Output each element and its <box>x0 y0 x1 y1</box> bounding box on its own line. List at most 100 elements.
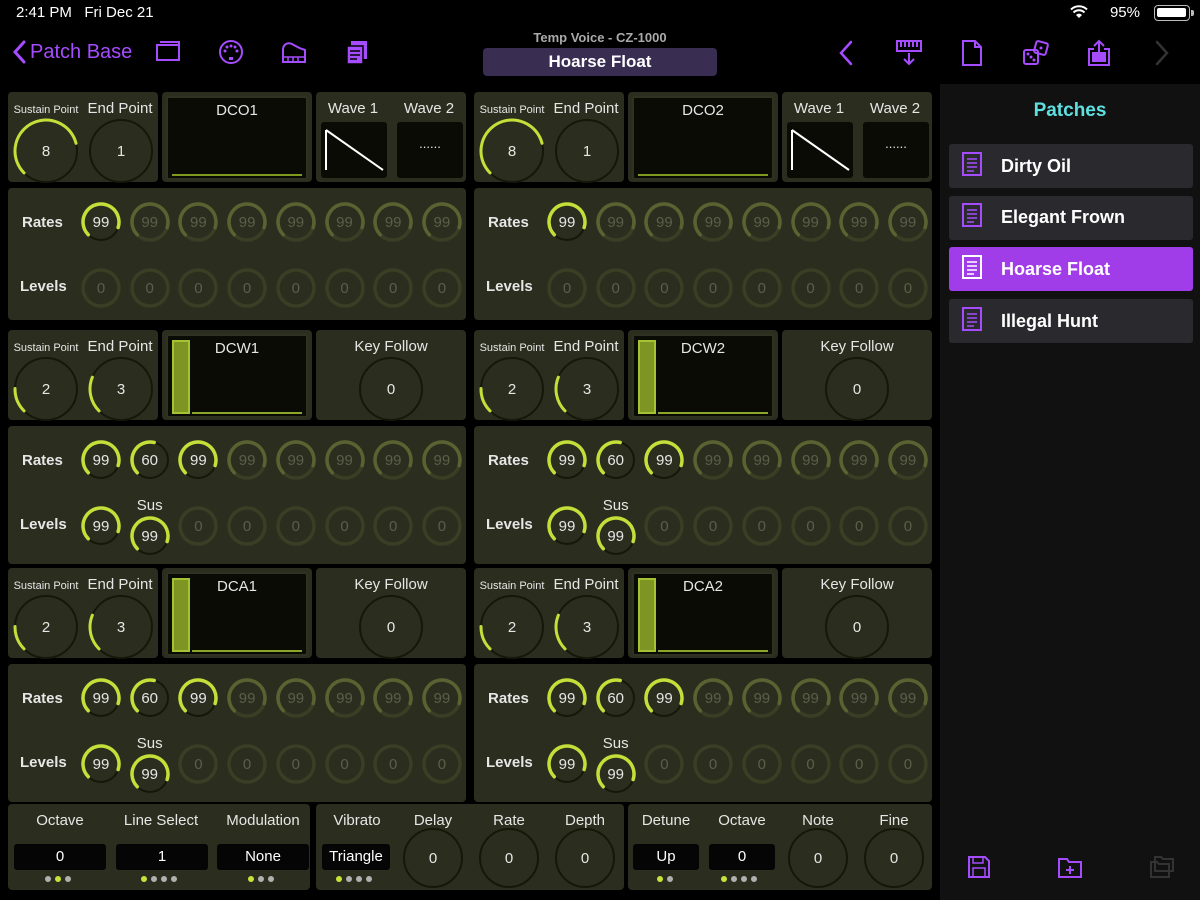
midi-port-icon[interactable] <box>217 38 245 71</box>
rate-knob-1[interactable]: 99 <box>546 201 588 243</box>
level-knob-6[interactable]: 0 <box>324 743 366 785</box>
rate-knob-8[interactable]: 99 <box>421 677 463 719</box>
rate-knob-8[interactable]: 99 <box>887 201 929 243</box>
rate-knob-1[interactable]: 99 <box>80 201 122 243</box>
share-icon[interactable] <box>1085 38 1113 73</box>
level-knob-5[interactable]: 0 <box>275 505 317 547</box>
rate-knob-6[interactable]: 99 <box>790 439 832 481</box>
sustain-point-knob[interactable]: 8 <box>12 117 80 185</box>
level-knob-7[interactable]: 0 <box>372 743 414 785</box>
rate-knob-2[interactable]: 60 <box>129 439 171 481</box>
level-knob-5[interactable]: 0 <box>741 505 783 547</box>
level-knob-6[interactable]: 0 <box>324 267 366 309</box>
level-knob-1[interactable]: 99 <box>80 743 122 785</box>
rate-knob-7[interactable]: 99 <box>372 677 414 719</box>
level-knob-6[interactable]: 0 <box>790 267 832 309</box>
patch-item[interactable]: Hoarse Float <box>949 247 1193 292</box>
back-button[interactable]: Patch Base <box>12 40 132 64</box>
level-knob-2[interactable]: 99 <box>129 753 171 795</box>
vibrato-select[interactable]: Triangle <box>322 844 390 870</box>
end-point-knob[interactable]: 3 <box>553 355 621 423</box>
rate-knob-1[interactable]: 99 <box>546 439 588 481</box>
rate-knob-2[interactable]: 99 <box>129 201 171 243</box>
level-knob-6[interactable]: 0 <box>324 505 366 547</box>
key-follow-knob[interactable]: 0 <box>823 593 891 661</box>
rate-knob-2[interactable]: 99 <box>595 201 637 243</box>
chevron-left-icon[interactable] <box>836 40 856 71</box>
level-knob-7[interactable]: 0 <box>372 267 414 309</box>
rate-knob-6[interactable]: 99 <box>324 677 366 719</box>
level-knob-4[interactable]: 0 <box>226 267 268 309</box>
rate-knob-3[interactable]: 99 <box>177 677 219 719</box>
rate-knob-4[interactable]: 99 <box>226 439 268 481</box>
level-knob-5[interactable]: 0 <box>275 743 317 785</box>
rate-knob-5[interactable]: 99 <box>275 677 317 719</box>
level-knob-8[interactable]: 0 <box>421 743 463 785</box>
note-knob[interactable]: 0 <box>786 826 850 890</box>
level-knob-2[interactable]: 99 <box>595 753 637 795</box>
new-folder-icon[interactable] <box>1056 854 1084 885</box>
save-icon[interactable] <box>966 854 992 885</box>
wave1-selector[interactable] <box>321 122 387 178</box>
end-point-knob[interactable]: 1 <box>87 117 155 185</box>
rate-knob-8[interactable]: 99 <box>421 439 463 481</box>
level-knob-4[interactable]: 0 <box>226 505 268 547</box>
delay-knob[interactable]: 0 <box>401 826 465 890</box>
rate-knob-5[interactable]: 99 <box>741 201 783 243</box>
rate-knob-3[interactable]: 99 <box>177 439 219 481</box>
level-knob-5[interactable]: 0 <box>741 743 783 785</box>
rate-knob-6[interactable]: 99 <box>324 201 366 243</box>
level-knob-8[interactable]: 0 <box>421 505 463 547</box>
level-knob-1[interactable]: 0 <box>546 267 588 309</box>
rate-knob-4[interactable]: 99 <box>692 439 734 481</box>
level-knob-4[interactable]: 0 <box>692 267 734 309</box>
level-knob-8[interactable]: 0 <box>887 267 929 309</box>
rate-knob-5[interactable]: 99 <box>741 677 783 719</box>
rate-knob-3[interactable]: 99 <box>177 201 219 243</box>
dice-icon[interactable] <box>1021 38 1051 73</box>
level-knob-7[interactable]: 0 <box>838 267 880 309</box>
rate-knob-2[interactable]: 60 <box>595 439 637 481</box>
rate-knob-1[interactable]: 99 <box>546 677 588 719</box>
level-knob-8[interactable]: 0 <box>421 267 463 309</box>
wave2-selector[interactable]: ...... <box>397 122 463 178</box>
key-follow-knob[interactable]: 0 <box>357 593 425 661</box>
sustain-point-knob[interactable]: 2 <box>478 593 546 661</box>
end-point-knob[interactable]: 1 <box>553 117 621 185</box>
modulation-select[interactable]: None <box>217 844 309 870</box>
rate-knob-2[interactable]: 60 <box>129 677 171 719</box>
rate-knob[interactable]: 0 <box>477 826 541 890</box>
end-point-knob[interactable]: 3 <box>87 593 155 661</box>
folders-icon[interactable] <box>1148 854 1176 885</box>
rate-knob-5[interactable]: 99 <box>741 439 783 481</box>
level-knob-8[interactable]: 0 <box>887 505 929 547</box>
level-knob-4[interactable]: 0 <box>692 743 734 785</box>
voice-title[interactable]: Hoarse Float <box>483 48 717 76</box>
level-knob-3[interactable]: 0 <box>177 267 219 309</box>
rate-knob-4[interactable]: 99 <box>226 677 268 719</box>
piano-icon[interactable] <box>280 38 308 71</box>
wave2-selector[interactable]: ...... <box>863 122 929 178</box>
depth-knob[interactable]: 0 <box>553 826 617 890</box>
octave-select[interactable]: 0 <box>14 844 106 870</box>
wave1-selector[interactable] <box>787 122 853 178</box>
rate-knob-3[interactable]: 99 <box>643 201 685 243</box>
level-knob-7[interactable]: 0 <box>838 505 880 547</box>
rate-knob-4[interactable]: 99 <box>692 677 734 719</box>
line-select[interactable]: 1 <box>116 844 208 870</box>
level-knob-6[interactable]: 0 <box>790 505 832 547</box>
level-knob-3[interactable]: 0 <box>177 743 219 785</box>
sustain-point-knob[interactable]: 2 <box>12 355 80 423</box>
rate-knob-4[interactable]: 99 <box>226 201 268 243</box>
detune-octave-select[interactable]: 0 <box>709 844 775 870</box>
detune-select[interactable]: Up <box>633 844 699 870</box>
rate-knob-5[interactable]: 99 <box>275 439 317 481</box>
level-knob-6[interactable]: 0 <box>790 743 832 785</box>
sustain-point-knob[interactable]: 2 <box>12 593 80 661</box>
level-knob-4[interactable]: 0 <box>692 505 734 547</box>
level-knob-7[interactable]: 0 <box>372 505 414 547</box>
rate-knob-5[interactable]: 99 <box>275 201 317 243</box>
windows-icon[interactable] <box>154 38 182 69</box>
level-knob-3[interactable]: 0 <box>643 267 685 309</box>
end-point-knob[interactable]: 3 <box>553 593 621 661</box>
